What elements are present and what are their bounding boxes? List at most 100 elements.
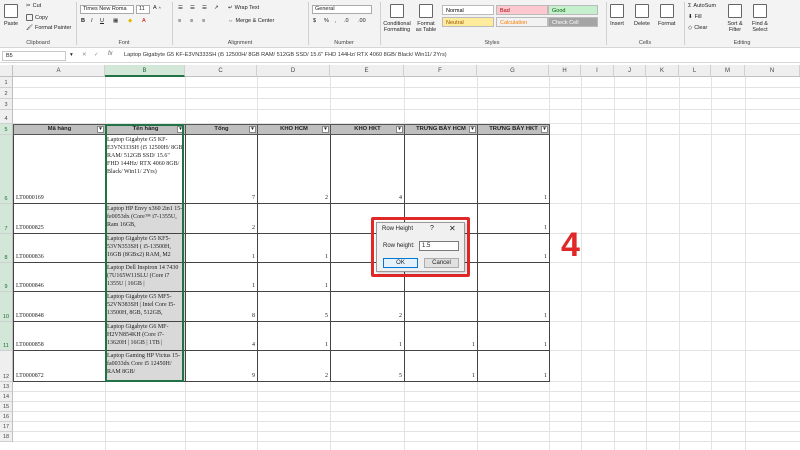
filter-dropdown-icon[interactable]: ▾ [322, 126, 329, 133]
table-cell-total[interactable]: 4 [185, 322, 258, 351]
table-cell-tb_hkt[interactable]: 1 [477, 322, 550, 351]
row-header-17[interactable]: 17 [0, 422, 13, 432]
percent-icon[interactable]: % [324, 18, 329, 24]
table-cell-hcm[interactable]: 1 [257, 322, 331, 351]
row-header-12[interactable]: 12 [0, 351, 13, 382]
style-neutral[interactable]: Neutral [442, 17, 494, 27]
font-color-icon[interactable]: A [142, 18, 146, 24]
table-cell-hcm[interactable]: 1 [257, 263, 331, 292]
style-calculation[interactable]: Calculation [496, 17, 548, 27]
increase-decimal-icon[interactable]: .0 [344, 18, 349, 24]
style-check-cell[interactable]: Check Cell [548, 17, 598, 27]
table-cell-total[interactable]: 7 [185, 135, 258, 204]
conditional-formatting-button[interactable]: Conditional Formatting [382, 4, 412, 33]
find-select-button[interactable]: Find & Select [748, 4, 772, 33]
close-icon[interactable]: ✕ [449, 224, 456, 233]
name-box-dropdown-icon[interactable]: ▾ [70, 52, 73, 58]
row-header-2[interactable]: 2 [0, 88, 13, 99]
currency-icon[interactable]: $ [313, 18, 316, 24]
row-header-14[interactable]: 14 [0, 392, 13, 402]
font-name-select[interactable]: Times New Roma [80, 5, 134, 14]
table-cell-code[interactable]: LT0000836 [13, 234, 106, 263]
table-cell-code[interactable]: LT0000848 [13, 292, 106, 322]
table-cell-hkt[interactable]: 1 [330, 322, 405, 351]
row-header-4[interactable]: 4 [0, 110, 13, 124]
table-cell-name[interactable]: Laptop Gigabyte G5 KF5-53VN353SH ( i5-13… [105, 234, 186, 263]
table-cell-tb_hkt[interactable]: 1 [477, 351, 550, 382]
table-cell-name[interactable]: Laptop Gigabyte G5 MF5-52VN383SH | Intel… [105, 292, 186, 322]
filter-dropdown-icon[interactable]: ▾ [469, 126, 476, 133]
table-cell-tb_hkt[interactable]: 1 [477, 204, 550, 234]
column-header-c[interactable]: C [185, 65, 257, 77]
column-header-i[interactable]: I [581, 65, 614, 77]
table-cell-tb_hcm[interactable]: 1 [404, 351, 478, 382]
row-header-5[interactable]: 5 [0, 124, 13, 135]
delete-button[interactable]: Delete [634, 4, 650, 27]
row-header-13[interactable]: 13 [0, 382, 13, 392]
insert-button[interactable]: Insert [610, 4, 624, 27]
table-cell-hkt[interactable]: 2 [330, 292, 405, 322]
row-header-3[interactable]: 3 [0, 99, 13, 110]
table-cell-code[interactable]: LT0000169 [13, 135, 106, 204]
row-header-15[interactable]: 15 [0, 402, 13, 412]
select-all-corner[interactable] [0, 65, 13, 77]
table-cell-hcm[interactable]: 1 [257, 234, 331, 263]
row-header-1[interactable]: 1 [0, 77, 13, 88]
cut-button[interactable]: ✂ Cut [26, 3, 41, 9]
column-header-n[interactable]: N [745, 65, 800, 77]
align-bottom-icon[interactable]: ☰ [202, 5, 207, 11]
bold-button[interactable]: B [81, 18, 85, 24]
row-header-7[interactable]: 7 [0, 204, 13, 234]
help-icon[interactable]: ? [430, 225, 434, 232]
underline-button[interactable]: U [100, 18, 104, 24]
cancel-formula-icon[interactable]: ✕ [82, 52, 87, 58]
align-left-icon[interactable]: ≡ [178, 18, 181, 24]
table-cell-tb_hcm[interactable]: 1 [404, 322, 478, 351]
cancel-button[interactable]: Cancel [424, 258, 459, 268]
align-center-icon[interactable]: ≡ [190, 18, 193, 24]
column-header-e[interactable]: E [330, 65, 404, 77]
row-header-6[interactable]: 6 [0, 135, 13, 204]
table-cell-name[interactable]: Laptop Dell Inspiron 14 7430 (7U165W11SL… [105, 263, 186, 292]
table-cell-tb_hcm[interactable] [404, 135, 478, 204]
table-cell-hcm[interactable]: 2 [257, 135, 331, 204]
format-button[interactable]: Format [658, 4, 675, 27]
column-header-l[interactable]: L [679, 65, 711, 77]
table-cell-name[interactable]: Laptop Gaming HP Victus 15-fa0033dx Core… [105, 351, 186, 382]
borders-icon[interactable]: ▦ [113, 18, 118, 24]
row-header-9[interactable]: 9 [0, 263, 13, 292]
fill-color-icon[interactable]: ◆ [128, 18, 132, 24]
copy-button[interactable]: Copy [26, 14, 48, 21]
confirm-formula-icon[interactable]: ✓ [94, 52, 99, 58]
number-format-select[interactable]: General [312, 5, 372, 14]
row-header-10[interactable]: 10 [0, 292, 13, 322]
column-header-d[interactable]: D [257, 65, 330, 77]
align-right-icon[interactable]: ≡ [202, 18, 205, 24]
formula-input[interactable]: Laptop Gigabyte G5 KF-E3VN333SH (i5 1250… [124, 52, 447, 58]
style-bad[interactable]: Bad [496, 5, 548, 15]
table-cell-name[interactable]: Laptop Gigabyte G6 MF-H2VN854KH (Core i7… [105, 322, 186, 351]
column-header-h[interactable]: H [549, 65, 581, 77]
style-normal[interactable]: Normal [442, 5, 494, 15]
wrap-text-button[interactable]: ↵ Wrap Text [228, 5, 259, 11]
format-as-table-button[interactable]: Format as Table [414, 4, 438, 33]
column-header-f[interactable]: F [404, 65, 477, 77]
filter-dropdown-icon[interactable]: ▾ [541, 126, 548, 133]
font-size-select[interactable]: 11 [136, 5, 150, 14]
comma-icon[interactable]: , [335, 18, 337, 24]
table-cell-hkt[interactable]: 5 [330, 351, 405, 382]
increase-font-icon[interactable]: A ^ [153, 5, 161, 11]
sort-filter-button[interactable]: Sort & Filter [724, 4, 746, 33]
table-cell-total[interactable]: 1 [185, 263, 258, 292]
merge-center-button[interactable]: ⇔ Merge & Center [228, 18, 274, 24]
filter-dropdown-icon[interactable]: ▾ [97, 126, 104, 133]
column-header-a[interactable]: A [13, 65, 105, 77]
table-cell-name[interactable]: Laptop HP Envy x360 2in1 15-fe0053dx (Co… [105, 204, 186, 234]
table-cell-code[interactable]: LT0000858 [13, 322, 106, 351]
paste-button[interactable]: Paste [4, 4, 18, 27]
column-header-j[interactable]: J [614, 65, 646, 77]
table-cell-hcm[interactable]: 5 [257, 292, 331, 322]
table-cell-total[interactable]: 9 [185, 351, 258, 382]
table-cell-tb_hkt[interactable]: 1 [477, 234, 550, 263]
format-painter-button[interactable]: 🖌 Format Painter [26, 25, 71, 31]
